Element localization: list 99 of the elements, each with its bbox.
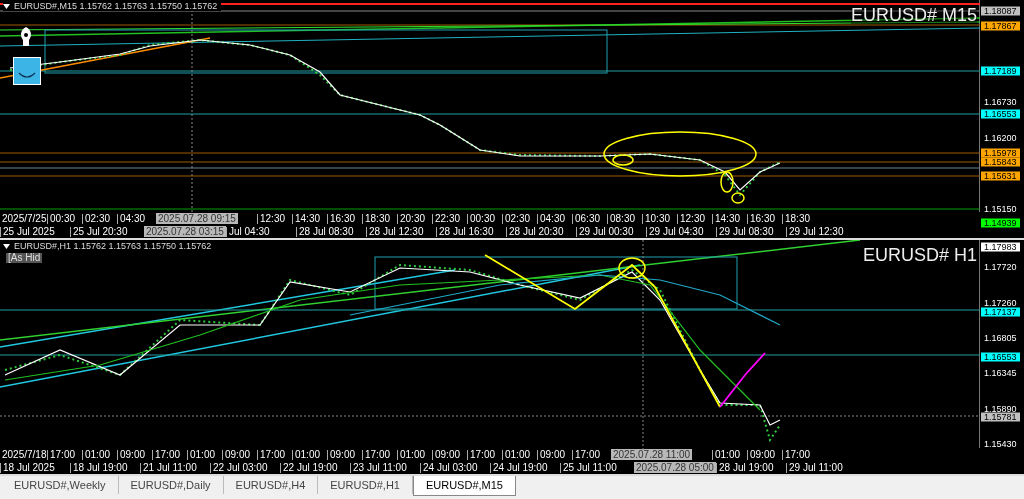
time-label: 28 Jul 19:00 <box>719 461 774 473</box>
time-label: 01:00 <box>295 448 321 460</box>
time-label: 08:30 <box>610 212 636 224</box>
time-label: 18 Jul 19:00 <box>73 461 128 473</box>
time-label: 09:00 <box>540 448 566 460</box>
time-label: 28 Jul 20:30 <box>509 225 564 237</box>
time-label: 17:00 <box>470 448 496 460</box>
smile-box-icon[interactable] <box>13 57 41 85</box>
time-label: Jul 04:30 <box>229 225 270 237</box>
time-label: 09:00 <box>750 448 776 460</box>
time-label: 20:30 <box>400 212 426 224</box>
chart-title: EURUSD# H1 <box>862 246 977 264</box>
time-label: 00:30 <box>470 212 496 224</box>
price-badge: 1.17137 <box>981 307 1020 317</box>
time-label: 14:30 <box>715 212 741 224</box>
time-label: 14:30 <box>295 212 321 224</box>
time-label: 17:00 <box>785 448 811 460</box>
time-label: 23 Jul 11:00 <box>353 461 407 473</box>
time-label: 17:00 <box>575 448 601 460</box>
price-label: 1.16345 <box>984 368 1017 378</box>
object-label: [As Hid <box>6 253 43 263</box>
time-label: 17:00 <box>260 448 286 460</box>
time-label: 01:00 <box>85 448 111 460</box>
time-label: 28 Jul 08:30 <box>299 225 354 237</box>
time-label: 28 Jul 12:30 <box>369 225 424 237</box>
time-label: 00:30 <box>50 212 76 224</box>
projection-line <box>719 352 766 408</box>
price-badge: 1.18087 <box>981 6 1020 16</box>
dropdown-triangle-icon[interactable] <box>3 4 10 9</box>
price-badge: 1.16553 <box>981 109 1020 119</box>
time-label: 22 Jul 19:00 <box>283 461 338 473</box>
time-label: 18:30 <box>785 212 811 224</box>
cursor-time-label: 2025.07.28 03:15 <box>144 225 226 237</box>
chart-tab[interactable]: EURUSD#,M15 <box>412 476 516 496</box>
time-label: 10:30 <box>645 212 671 224</box>
time-label: 17:00 <box>155 448 181 460</box>
price-label: 1.15890 <box>984 404 1017 413</box>
price-label: 1.16730 <box>984 97 1017 107</box>
time-label: 12:30 <box>680 212 706 224</box>
time-label: 25 Jul 2025 <box>3 225 55 237</box>
time-label: 29 Jul 00:30 <box>579 225 634 237</box>
time-label: 09:00 <box>330 448 356 460</box>
price-badge: 1.14939 <box>981 218 1020 228</box>
time-label: 01:00 <box>715 448 741 460</box>
cursor-time-label: 2025.07.28 09:15 <box>156 212 238 224</box>
price-label: 1.17260 <box>984 298 1017 308</box>
pen-nib-icon[interactable] <box>18 26 34 48</box>
price-badge: 1.15631 <box>981 171 1020 181</box>
ellipse-marking <box>618 257 646 279</box>
time-label: 01:00 <box>505 448 531 460</box>
time-label: 29 Jul 11:00 <box>789 461 843 473</box>
time-label: 24 Jul 19:00 <box>493 461 548 473</box>
price-badge: 1.16553 <box>981 352 1020 362</box>
price-label: 1.15150 <box>984 204 1017 214</box>
time-label: 16:30 <box>750 212 776 224</box>
time-label: 2025/7/18 <box>2 448 47 460</box>
price-label: 1.15430 <box>984 439 1017 449</box>
price-badge: 1.15978 <box>981 148 1020 158</box>
cursor-time-label: 2025.07.28 11:00 <box>611 448 693 460</box>
time-label: 25 Jul 11:00 <box>563 461 617 473</box>
time-label: 02:30 <box>85 212 111 224</box>
time-label: 22 Jul 03:00 <box>213 461 268 473</box>
time-label: 12:30 <box>260 212 286 224</box>
price-badge: 1.17983 <box>981 242 1020 252</box>
time-label: 09:00 <box>225 448 251 460</box>
time-label: 2025/7/25 <box>2 212 47 224</box>
time-label: 22:30 <box>435 212 461 224</box>
time-label: 17:00 <box>365 448 391 460</box>
price-label: 1.16200 <box>984 133 1017 143</box>
time-label: 21 Jul 11:00 <box>143 461 197 473</box>
chart-header: EURUSD#,M15 1.15762 1.15763 1.15750 1.15762 <box>14 2 218 11</box>
time-label: 24 Jul 03:00 <box>423 461 478 473</box>
price-badge: 1.17867 <box>981 21 1020 31</box>
chart-title: EURUSD# M15 <box>850 6 977 24</box>
time-label: 18 Jul 2025 <box>3 461 55 473</box>
time-label: 29 Jul 08:30 <box>719 225 774 237</box>
time-label: 02:30 <box>505 212 531 224</box>
dropdown-triangle-icon[interactable] <box>3 244 10 249</box>
time-label: 06:30 <box>575 212 601 224</box>
time-label: 04:30 <box>120 212 146 224</box>
time-label: 17:00 <box>50 448 76 460</box>
time-label: 25 Jul 20:30 <box>73 225 128 237</box>
price-badge: 1.15843 <box>981 157 1020 167</box>
price-label: 1.16805 <box>984 333 1017 343</box>
time-label: 01:00 <box>190 448 216 460</box>
price-badge: 1.17189 <box>981 66 1020 76</box>
chart-header: EURUSD#,H1 1.15762 1.15763 1.15750 1.15762 <box>14 242 212 251</box>
cursor-time-label: 2025.07.28 05:00 <box>634 461 716 473</box>
time-label: 16:30 <box>330 212 356 224</box>
time-label: 29 Jul 12:30 <box>789 225 844 237</box>
time-label: 29 Jul 04:30 <box>649 225 704 237</box>
time-label: 18:30 <box>365 212 391 224</box>
time-label: 04:30 <box>540 212 566 224</box>
time-label: 01:00 <box>400 448 426 460</box>
time-label: 09:00 <box>120 448 146 460</box>
price-label: 1.17720 <box>984 262 1017 272</box>
time-label: 09:00 <box>435 448 461 460</box>
price-badge: 1.15781 <box>981 412 1020 422</box>
time-label: 28 Jul 16:30 <box>439 225 494 237</box>
